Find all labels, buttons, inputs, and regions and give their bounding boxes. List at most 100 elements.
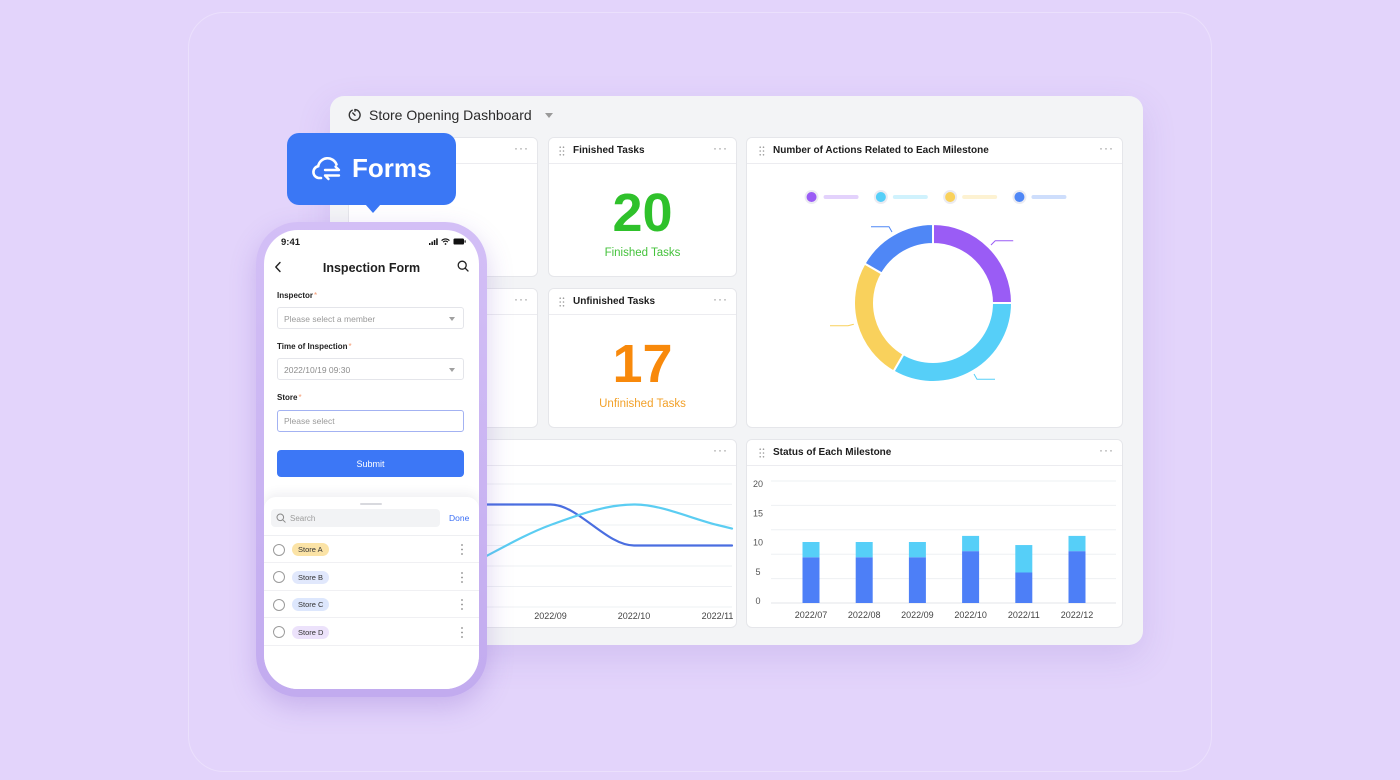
phone-screen: 9:41 Inspection Form Inspector* Please s… bbox=[264, 230, 479, 689]
store-label: Store* bbox=[277, 393, 302, 402]
store-option[interactable]: Store B bbox=[264, 564, 479, 591]
donut-slice[interactable] bbox=[863, 222, 934, 275]
time-select[interactable]: 2022/10/19 09:30 bbox=[277, 358, 464, 380]
y-tick-label: 0 bbox=[755, 596, 760, 606]
bar-segment[interactable] bbox=[855, 542, 873, 558]
caret-down-icon bbox=[544, 112, 553, 118]
required-mark: * bbox=[298, 393, 302, 402]
more-vertical-icon[interactable] bbox=[460, 626, 464, 639]
inspector-label-text: Inspector bbox=[277, 291, 314, 300]
store-picker-sheet: Done Store A Store B Store C Store D bbox=[264, 497, 479, 689]
status-icons bbox=[429, 238, 466, 245]
bar-segment[interactable] bbox=[1068, 551, 1086, 603]
store-input[interactable] bbox=[277, 410, 464, 432]
more-vertical-icon[interactable] bbox=[460, 598, 464, 611]
card-title: Number of Actions Related to Each Milest… bbox=[773, 145, 989, 156]
card-menu-button[interactable]: ··· bbox=[1099, 443, 1114, 457]
drag-handle-icon[interactable] bbox=[559, 146, 565, 156]
donut-leader-line bbox=[973, 373, 995, 380]
bar-segment[interactable] bbox=[802, 557, 820, 603]
legend-label-placeholder[interactable] bbox=[1031, 195, 1067, 199]
radio-button[interactable] bbox=[273, 571, 285, 583]
x-tick-label: 2022/08 bbox=[848, 610, 881, 620]
done-button[interactable]: Done bbox=[449, 513, 469, 523]
card-header: Unfinished Tasks ··· bbox=[549, 289, 736, 315]
forms-badge: Forms bbox=[287, 133, 456, 213]
wifi-icon bbox=[441, 238, 450, 245]
x-tick-label: 2022/10 bbox=[618, 611, 651, 621]
line-series[interactable] bbox=[465, 503, 734, 568]
legend-label-placeholder[interactable] bbox=[892, 195, 928, 199]
store-option[interactable]: Store C bbox=[264, 591, 479, 618]
donut-leader-line bbox=[990, 240, 1014, 246]
card-menu-button[interactable]: ··· bbox=[713, 292, 728, 306]
drag-handle-icon[interactable] bbox=[559, 297, 565, 307]
bar-segment[interactable] bbox=[1015, 572, 1033, 604]
legend-dot[interactable] bbox=[1012, 190, 1027, 204]
sheet-drag-handle[interactable] bbox=[360, 503, 382, 505]
card-milestone-actions: Number of Actions Related to Each Milest… bbox=[746, 137, 1123, 428]
card-unfinished-tasks: Unfinished Tasks ··· 17 Unfinished Tasks bbox=[548, 288, 737, 428]
radio-button[interactable] bbox=[273, 543, 285, 556]
time-value: 2022/10/19 09:30 bbox=[284, 365, 351, 375]
store-option[interactable]: Store A bbox=[264, 536, 479, 563]
status-time: 9:41 bbox=[281, 237, 301, 248]
submit-button[interactable]: Submit bbox=[277, 450, 464, 477]
store-chip: Store A bbox=[292, 543, 329, 556]
donut-slice[interactable] bbox=[892, 302, 1014, 383]
drag-handle-icon[interactable] bbox=[759, 146, 765, 156]
y-tick-label: 5 bbox=[755, 567, 760, 577]
unfinished-tasks-value: 17 bbox=[612, 334, 673, 394]
card-menu-button[interactable]: ··· bbox=[713, 141, 728, 155]
card-title: Status of Each Milestone bbox=[773, 447, 892, 458]
search-icon[interactable] bbox=[457, 260, 469, 272]
store-option[interactable]: Store D bbox=[264, 619, 479, 646]
x-tick-label: 2022/11 bbox=[1008, 610, 1040, 620]
card-header: Status of Each Milestone ··· bbox=[747, 440, 1122, 466]
store-chip: Store D bbox=[292, 625, 330, 639]
bar-segment[interactable] bbox=[908, 557, 926, 603]
donut-slice[interactable] bbox=[853, 262, 905, 373]
legend-label-placeholder[interactable] bbox=[962, 195, 998, 199]
more-vertical-icon[interactable] bbox=[460, 543, 464, 556]
bar-segment[interactable] bbox=[1015, 545, 1033, 573]
x-tick-label: 2022/11 bbox=[702, 611, 734, 621]
y-tick-label: 20 bbox=[753, 479, 763, 489]
card-menu-button[interactable]: ··· bbox=[713, 443, 728, 457]
radio-button[interactable] bbox=[273, 598, 285, 611]
picker-search-input[interactable] bbox=[288, 509, 433, 527]
y-tick-label: 10 bbox=[753, 538, 763, 548]
bar-segment[interactable] bbox=[1068, 535, 1086, 552]
x-tick-label: 2022/12 bbox=[1061, 610, 1094, 620]
required-mark: * bbox=[314, 291, 318, 300]
search-icon bbox=[276, 513, 286, 523]
drag-handle-icon[interactable] bbox=[759, 448, 765, 458]
bar-segment[interactable] bbox=[802, 542, 820, 558]
donut-slice[interactable] bbox=[932, 222, 1014, 304]
dashboard-selector[interactable]: Store Opening Dashboard bbox=[348, 105, 553, 125]
x-tick-label: 2022/09 bbox=[534, 611, 567, 621]
more-vertical-icon[interactable] bbox=[460, 571, 464, 584]
card-menu-button[interactable]: ··· bbox=[514, 292, 529, 306]
x-tick-label: 2022/09 bbox=[901, 610, 934, 620]
donut-chart bbox=[804, 190, 1067, 383]
phone-mockup: 9:41 Inspection Form Inspector* Please s… bbox=[256, 222, 487, 697]
caret-down-icon bbox=[449, 317, 455, 321]
card-menu-button[interactable]: ··· bbox=[514, 141, 529, 155]
time-label-text: Time of Inspection bbox=[277, 342, 348, 351]
picker-search-field[interactable] bbox=[271, 509, 440, 527]
legend-label-placeholder[interactable] bbox=[823, 195, 859, 199]
radio-button[interactable] bbox=[273, 626, 285, 638]
bar-segment[interactable] bbox=[962, 535, 980, 552]
bar-segment[interactable] bbox=[908, 542, 926, 558]
bar-segment[interactable] bbox=[855, 557, 873, 603]
inspector-select[interactable]: Please select a member bbox=[277, 307, 464, 329]
forms-badge-label: Forms bbox=[352, 153, 432, 183]
legend-dot[interactable] bbox=[943, 190, 958, 204]
required-mark: * bbox=[348, 342, 352, 351]
legend-dot[interactable] bbox=[873, 190, 888, 204]
card-menu-button[interactable]: ··· bbox=[1099, 141, 1114, 155]
legend-dot[interactable] bbox=[804, 190, 819, 204]
bar-segment[interactable] bbox=[962, 551, 980, 603]
dashboard-title: Store Opening Dashboard bbox=[369, 107, 532, 123]
